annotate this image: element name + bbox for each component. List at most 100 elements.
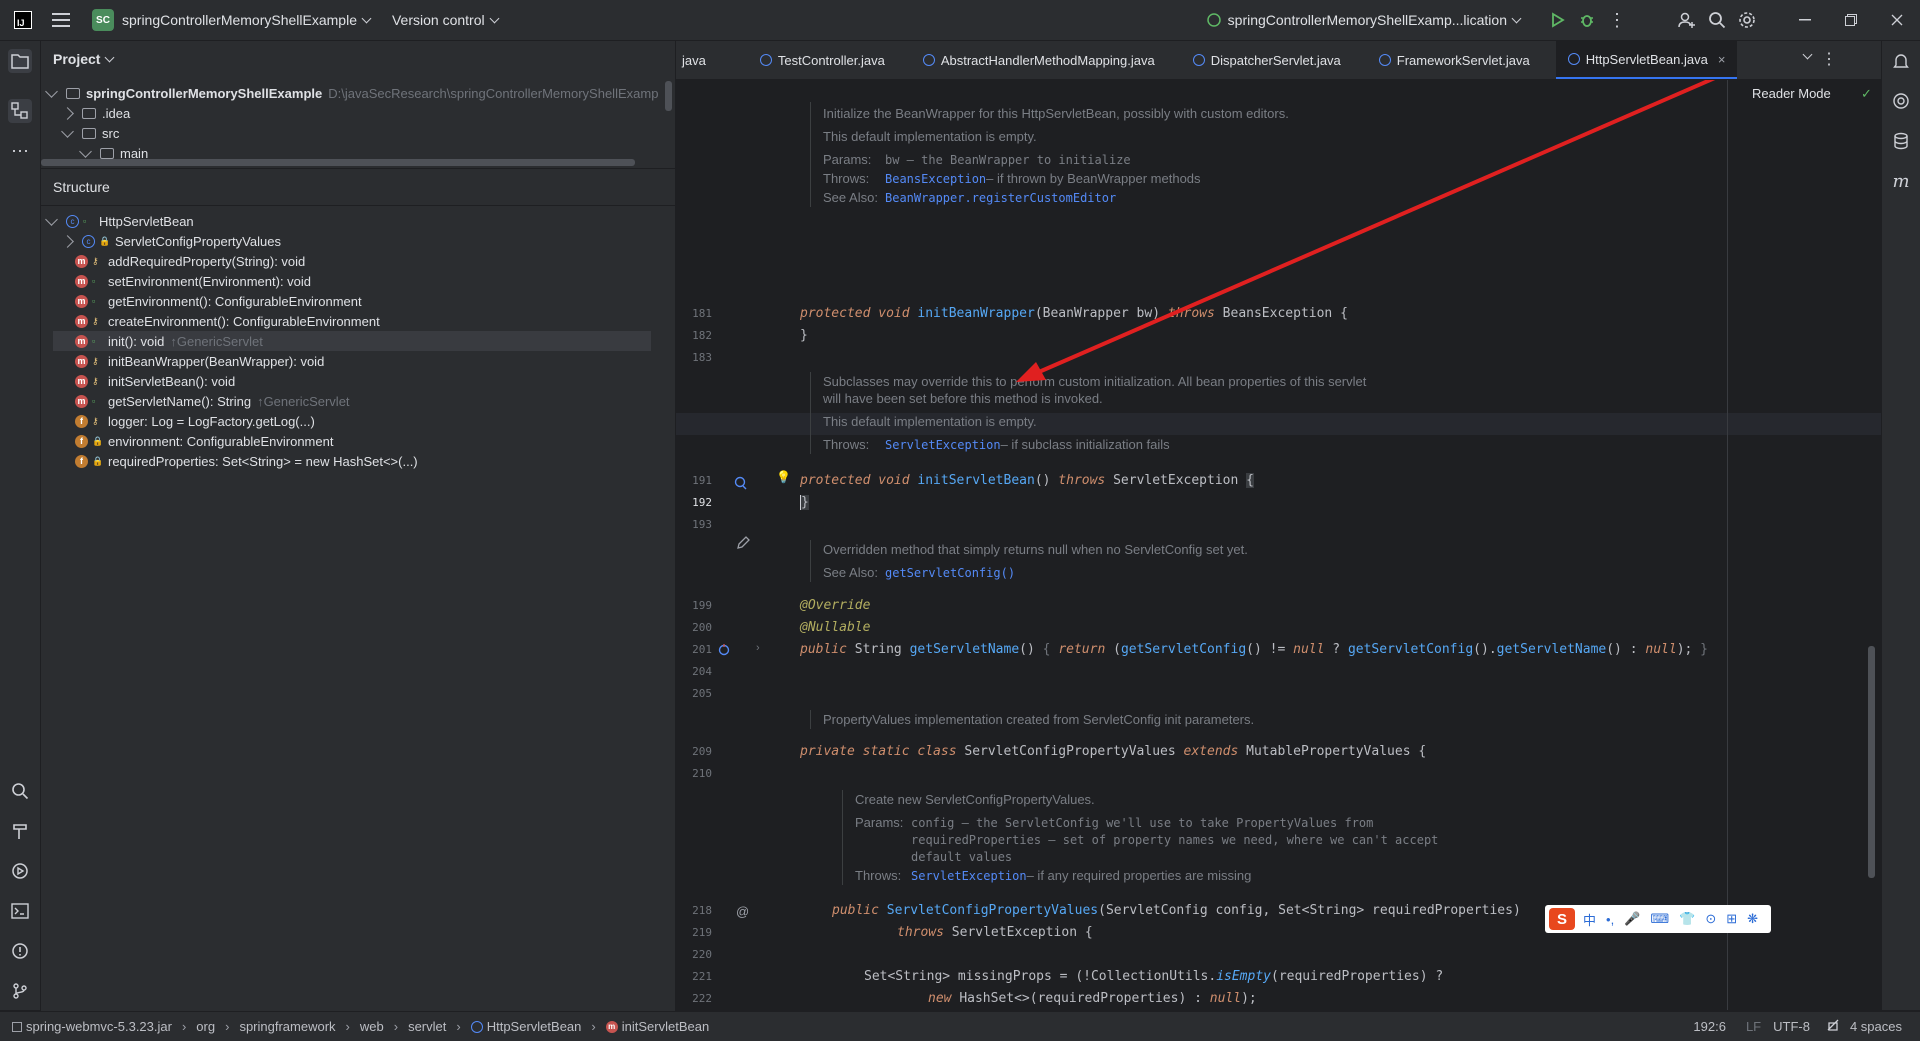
- structure-item-method[interactable]: m ▫ getServletName(): String ↑GenericServle…: [75, 391, 350, 411]
- ai-assistant-icon[interactable]: [1889, 89, 1913, 113]
- terminal-icon[interactable]: [8, 899, 32, 923]
- notifications-bell-icon[interactable]: [1889, 49, 1913, 73]
- tab-frameworkservlet[interactable]: FrameworkServlet.java: [1367, 41, 1542, 79]
- tab-java[interactable]: java: [676, 41, 718, 79]
- tree-item-src[interactable]: src: [61, 123, 119, 143]
- run-icon[interactable]: [1542, 5, 1572, 35]
- ime-game-icon[interactable]: ⊙: [1705, 911, 1716, 927]
- structure-item-method[interactable]: m ⚷ initServletBean(): void: [75, 371, 235, 391]
- structure-item-method[interactable]: m ⚷ initBeanWrapper(BeanWrapper): void: [75, 351, 324, 371]
- file-encoding[interactable]: UTF-8: [1773, 1019, 1810, 1034]
- project-panel-header[interactable]: Project: [41, 41, 675, 77]
- vcs-selector[interactable]: Version control: [392, 12, 500, 28]
- tab-more-icon[interactable]: ⋮: [1821, 49, 1837, 69]
- title-bar: IJ SC springControllerMemoryShellExample…: [0, 0, 1920, 41]
- project-badge[interactable]: SC: [92, 9, 114, 31]
- tab-httpservletbean[interactable]: HttpServletBean.java ×: [1555, 41, 1738, 79]
- more-actions-icon[interactable]: ⋮: [1602, 5, 1632, 35]
- problems-icon[interactable]: [8, 939, 32, 963]
- indent-setting[interactable]: 4 spaces: [1850, 1019, 1902, 1034]
- structure-item-field[interactable]: f 🔒 requiredProperties: Set<String> = new …: [75, 451, 418, 471]
- restore-window-icon[interactable]: [1828, 5, 1874, 35]
- maven-icon[interactable]: m: [1889, 169, 1913, 193]
- ime-keyboard-icon[interactable]: ⌨: [1650, 911, 1669, 927]
- ime-punctuation-icon[interactable]: •,: [1606, 912, 1614, 927]
- breadcrumb-item[interactable]: web: [360, 1019, 384, 1034]
- search-icon[interactable]: [1702, 5, 1732, 35]
- structure-item-class[interactable]: c 🔒 ServletConfigPropertyValues: [61, 231, 281, 251]
- ime-skin-icon[interactable]: 👕: [1679, 911, 1695, 927]
- git-branch-icon[interactable]: [8, 979, 32, 1003]
- expand-arrow-icon[interactable]: [61, 234, 74, 248]
- expand-arrow-icon[interactable]: [45, 212, 58, 226]
- protected-visibility-icon: ⚷: [92, 355, 99, 366]
- tab-label: java: [682, 52, 706, 68]
- protected-visibility-icon: ⚷: [92, 375, 99, 386]
- method-icon: m: [605, 1020, 618, 1033]
- structure-item-method[interactable]: m ⚷ createEnvironment(): ConfigurableEnvir…: [75, 311, 380, 331]
- settings-gear-icon[interactable]: [1732, 5, 1762, 35]
- public-visibility-icon: ▫: [83, 215, 87, 226]
- vertical-scrollbar[interactable]: [665, 81, 672, 111]
- structure-item-field[interactable]: f ⚷ logger: Log = LogFactory.getLog(...): [75, 411, 315, 431]
- main-menu-icon[interactable]: [52, 13, 70, 27]
- minimize-window-icon[interactable]: [1782, 5, 1828, 35]
- find-icon[interactable]: [8, 779, 32, 803]
- tab-list-chevron-icon[interactable]: [1802, 49, 1813, 60]
- structure-item-method[interactable]: m ▫ getEnvironment(): ConfigurableEnvironm…: [75, 291, 362, 311]
- breadcrumb-item[interactable]: HttpServletBean: [487, 1019, 582, 1034]
- project-panel: Project springControllerMemoryShellExamp…: [41, 41, 675, 168]
- cursor-position[interactable]: 192:6: [1693, 1019, 1726, 1034]
- folder-icon: [100, 147, 114, 159]
- app-logo-icon[interactable]: IJ: [14, 11, 32, 29]
- build-hammer-icon[interactable]: [8, 819, 32, 843]
- run-config-selector[interactable]: springControllerMemoryShellExamp...licat…: [1206, 12, 1522, 28]
- structure-item-method[interactable]: m ▫ setEnvironment(Environment): void: [75, 271, 311, 291]
- ime-toolbox-icon[interactable]: ⊞: [1726, 911, 1737, 927]
- breadcrumb-item[interactable]: spring-webmvc-5.3.23.jar: [26, 1019, 172, 1034]
- folder-icon: [82, 107, 96, 119]
- close-tab-icon[interactable]: ×: [1718, 52, 1726, 67]
- database-icon[interactable]: [1889, 129, 1913, 153]
- structure-item-method[interactable]: m ⚷ addRequiredProperty(String): void: [75, 251, 305, 271]
- breadcrumb-item[interactable]: springframework: [239, 1019, 335, 1034]
- close-window-icon[interactable]: [1874, 5, 1920, 35]
- read-only-lock-icon[interactable]: [1826, 1018, 1840, 1035]
- ime-logo-icon[interactable]: S: [1549, 908, 1575, 930]
- services-icon[interactable]: [8, 859, 32, 883]
- structure-item-field[interactable]: f 🔒 environment: ConfigurableEnvironment: [75, 431, 333, 451]
- horizontal-scrollbar[interactable]: [41, 159, 635, 166]
- tree-item-idea[interactable]: .idea: [61, 103, 130, 123]
- ime-chinese-mode[interactable]: 中: [1583, 910, 1596, 929]
- line-separator[interactable]: LF: [1746, 1019, 1761, 1034]
- structure-item-method[interactable]: m ▫ init(): void ↑GenericServlet: [53, 331, 651, 351]
- expand-arrow-icon[interactable]: [61, 124, 74, 138]
- breadcrumb-item[interactable]: servlet: [408, 1019, 446, 1034]
- project-folder-icon[interactable]: [8, 49, 32, 73]
- debug-icon[interactable]: [1572, 5, 1602, 35]
- expand-arrow-icon[interactable]: [79, 144, 92, 158]
- tab-dispatcherservlet[interactable]: DispatcherServlet.java: [1181, 41, 1353, 79]
- project-selector[interactable]: springControllerMemoryShellExample: [122, 12, 372, 28]
- tab-label: AbstractHandlerMethodMapping.java: [940, 52, 1155, 68]
- tab-abstracthandlermethodmapping[interactable]: AbstractHandlerMethodMapping.java: [911, 41, 1167, 79]
- breadcrumb-item[interactable]: initServletBean: [622, 1019, 709, 1034]
- editor-vertical-scrollbar[interactable]: [1868, 646, 1875, 878]
- structure-item-label: requiredProperties: Set<String> = new Ha…: [108, 453, 418, 469]
- expand-arrow-icon[interactable]: [45, 84, 58, 98]
- right-tool-strip: m: [1881, 41, 1920, 1010]
- more-tools-icon[interactable]: ⋯: [8, 139, 32, 163]
- project-root-node[interactable]: springControllerMemoryShellExample D:\ja…: [45, 83, 658, 103]
- ime-voice-icon[interactable]: 🎤: [1624, 911, 1640, 927]
- ime-settings-icon[interactable]: ❋: [1747, 911, 1758, 927]
- structure-root-node[interactable]: c ▫ HttpServletBean: [45, 211, 194, 231]
- breadcrumb-item[interactable]: org: [196, 1019, 215, 1034]
- public-visibility-icon: ▫: [92, 275, 96, 286]
- add-user-icon[interactable]: [1672, 5, 1702, 35]
- tab-testcontroller[interactable]: TestController.java: [748, 41, 897, 79]
- code-editor[interactable]: 172 181 182 183 191 192 193 199 200 201 …: [676, 80, 1881, 1010]
- ime-toolbar[interactable]: S 中 •, 🎤 ⌨ 👕 ⊙ ⊞ ❋: [1545, 905, 1771, 933]
- structure-icon[interactable]: [8, 99, 32, 123]
- expand-arrow-icon[interactable]: [61, 106, 74, 120]
- private-visibility-icon: 🔒: [92, 455, 104, 466]
